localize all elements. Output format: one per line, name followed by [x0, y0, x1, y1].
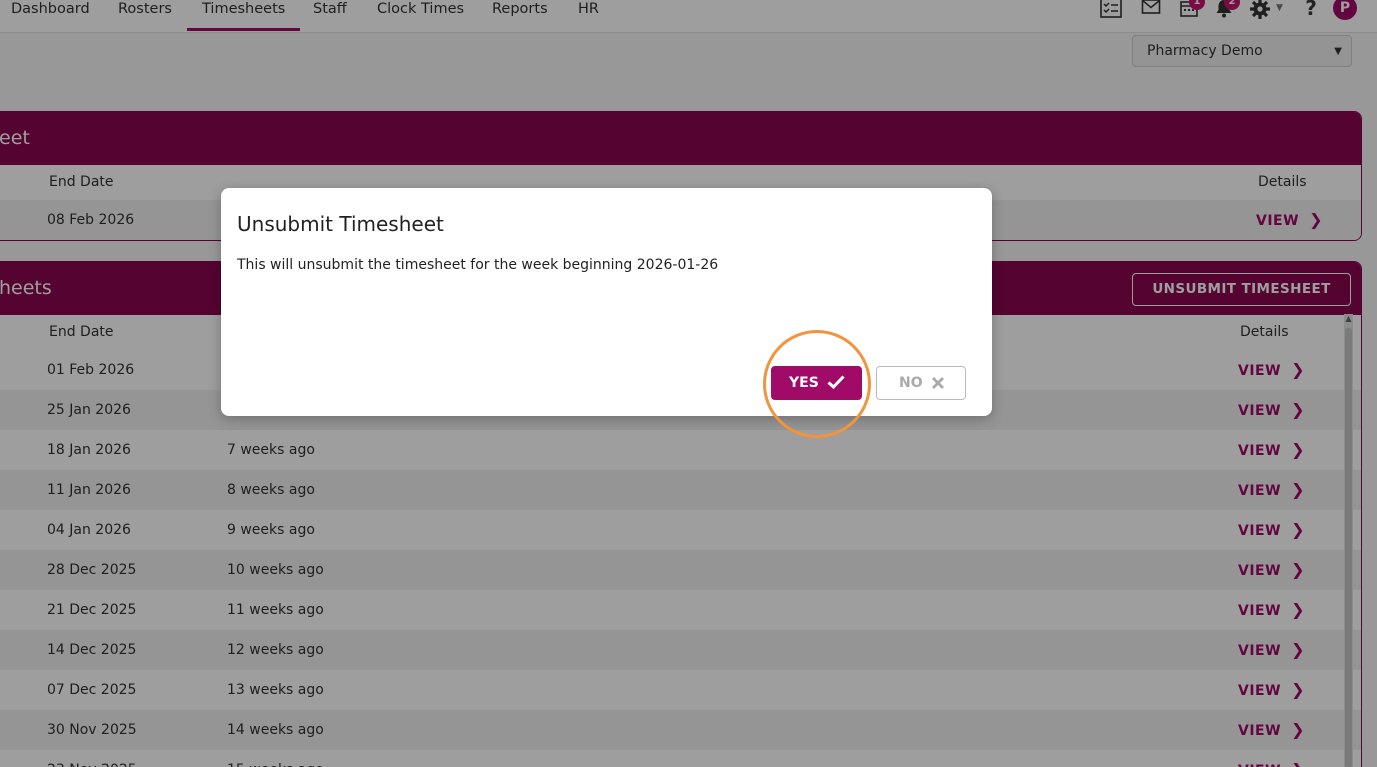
dialog-title: Unsubmit Timesheet: [237, 212, 444, 236]
no-label: NO: [899, 375, 923, 391]
unsubmit-dialog: Unsubmit Timesheet This will unsubmit th…: [221, 188, 992, 416]
highlight-ring: [763, 330, 871, 438]
no-button[interactable]: NO: [876, 366, 966, 400]
dialog-message: This will unsubmit the timesheet for the…: [237, 257, 719, 273]
close-icon: [932, 377, 944, 389]
